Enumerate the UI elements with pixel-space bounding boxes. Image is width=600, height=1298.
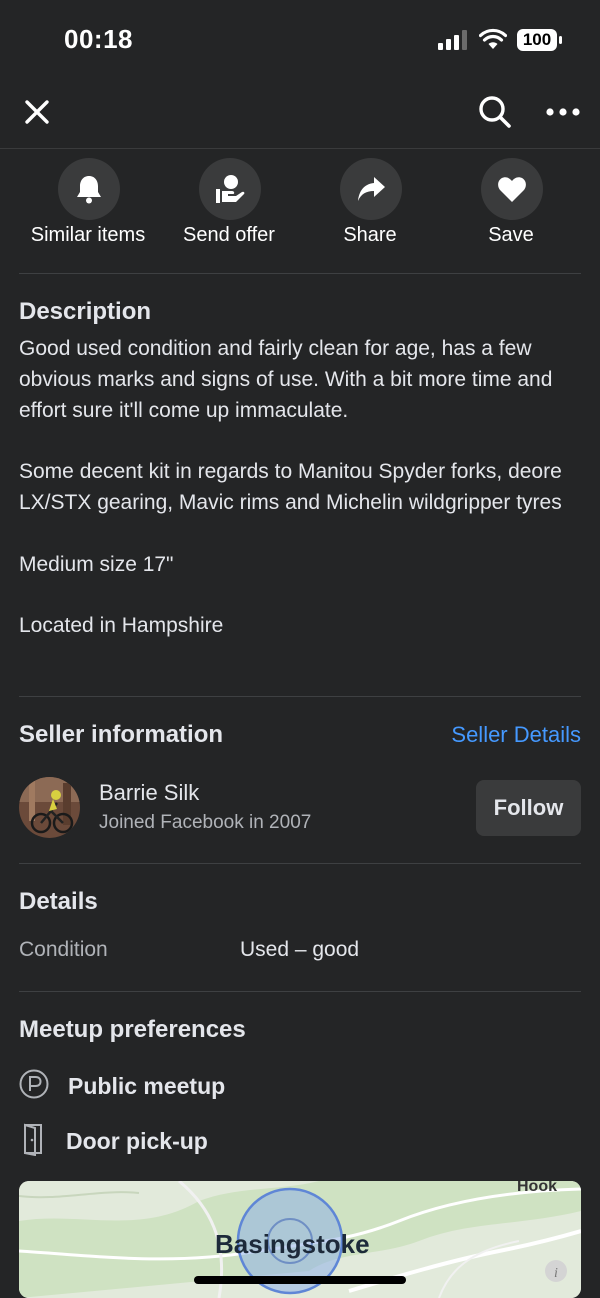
seller-details-link[interactable]: Seller Details [451,722,581,748]
meetup-public: Public meetup [19,1066,225,1106]
condition-label: Condition [19,938,108,961]
similar-items-label: Similar items [30,224,146,246]
similar-items-button[interactable]: Similar items [18,150,158,274]
seller-info-title: Seller information [19,721,224,748]
battery-icon: 100 [516,28,562,52]
door-icon [19,1122,47,1161]
close-icon[interactable] [17,92,57,132]
divider [19,991,581,992]
avatar[interactable] [19,777,80,838]
seller-joined: Joined Facebook in 2007 [99,812,312,833]
bell-icon [58,158,120,220]
listing-actions: Similar items Send offer Share Save [0,150,600,274]
save-button[interactable]: Save [441,150,581,274]
search-icon[interactable] [475,92,515,132]
status-bar: 00:18 100 [0,0,600,80]
share-label: Share [343,224,397,246]
meetup-public-label: Public meetup [68,1072,226,1099]
home-indicator[interactable] [194,1276,406,1284]
share-button[interactable]: Share [300,150,440,274]
offer-hand-icon [199,158,261,220]
description-text: Good used condition and fairly clean for… [19,337,562,638]
top-nav-bar [0,80,600,149]
condition-value: Used – good [240,938,360,961]
map-label-basingstoke: Basingstoke [215,1229,370,1259]
send-offer-button[interactable]: Send offer [159,150,299,274]
battery-level: 100 [522,30,552,49]
save-label: Save [488,224,534,246]
map-label-hook: Hook [517,1181,557,1195]
parking-p-icon [19,1069,49,1104]
more-options-icon[interactable] [543,92,583,132]
seller-name[interactable]: Barrie Silk [99,780,199,806]
heart-icon [481,158,543,220]
share-arrow-icon [340,158,402,220]
divider [19,696,581,697]
svg-text:i: i [554,1266,558,1281]
wifi-icon [479,28,507,49]
meetup-door-label: Door pick-up [66,1127,208,1154]
meetup-door: Door pick-up [19,1121,208,1161]
meetup-title: Meetup preferences [19,1016,246,1043]
details-title: Details [19,888,98,915]
status-time: 00:18 [64,24,133,54]
follow-button[interactable]: Follow [476,780,581,836]
signal-icon [438,30,467,50]
description-title: Description [19,298,152,325]
send-offer-label: Send offer [183,224,275,246]
divider [19,273,581,274]
divider [19,863,581,864]
